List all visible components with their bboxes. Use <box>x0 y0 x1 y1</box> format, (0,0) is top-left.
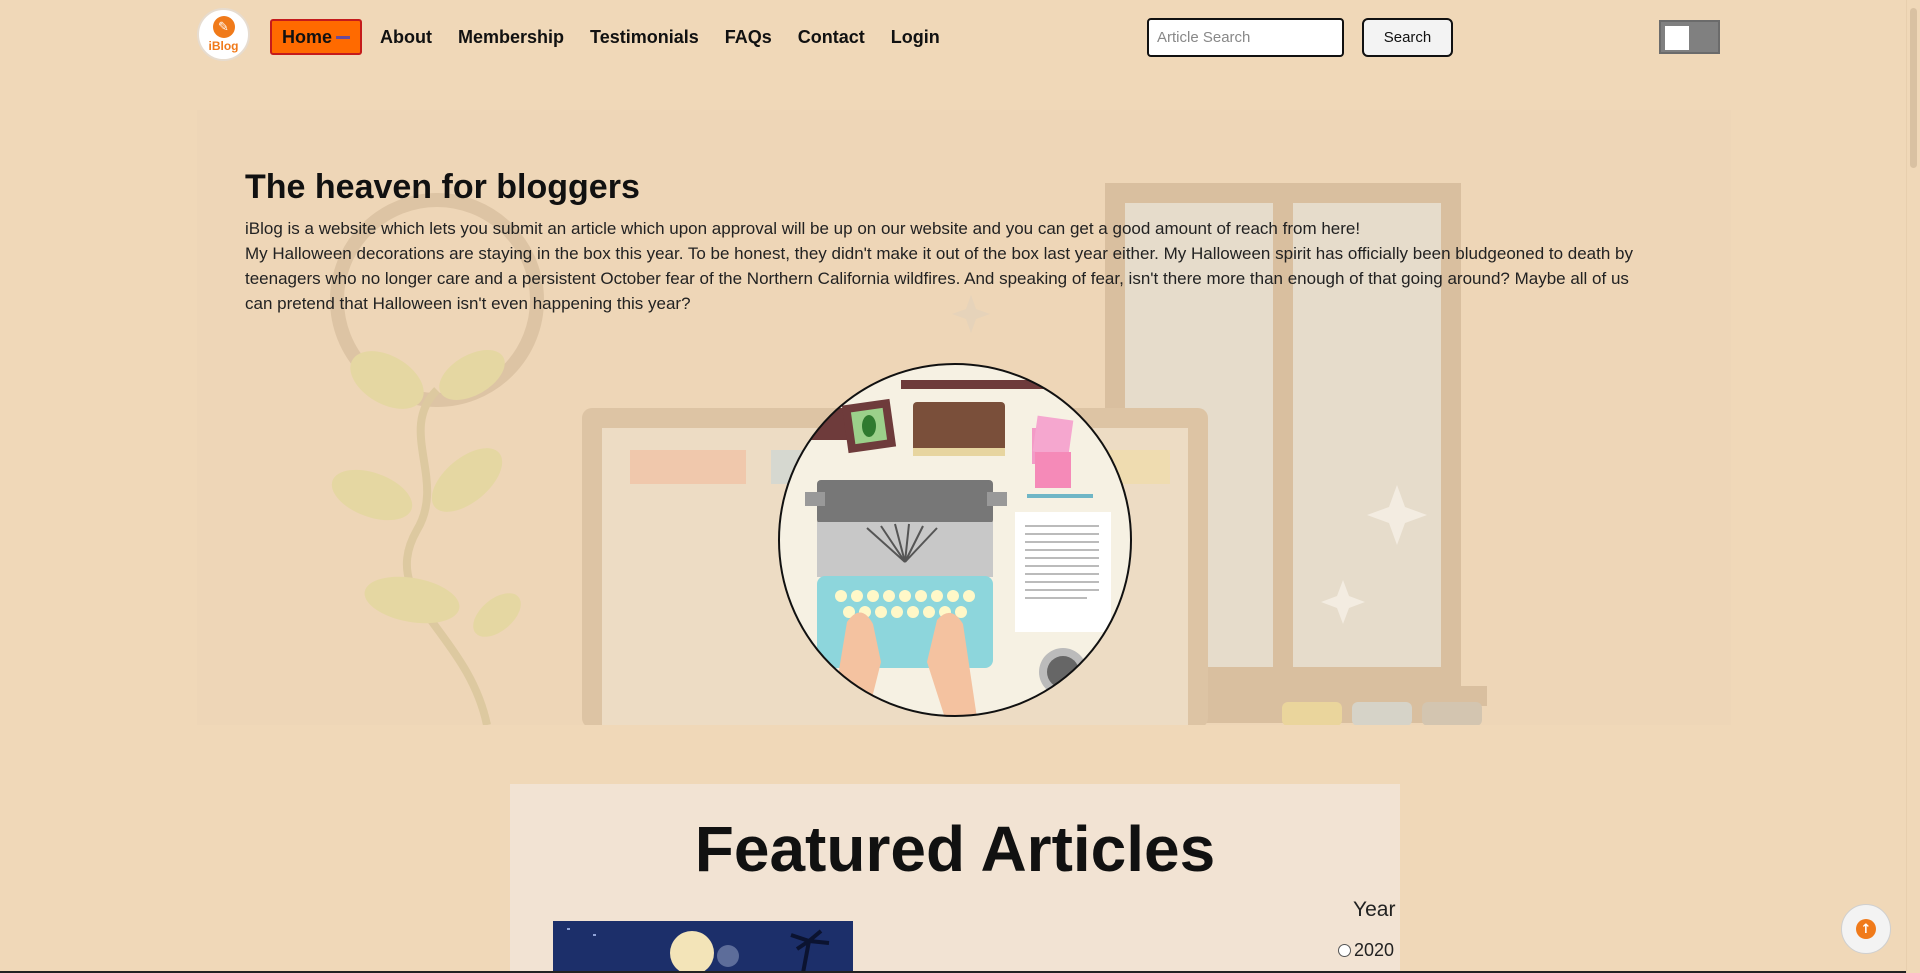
active-indicator <box>336 35 351 39</box>
arrow-up-icon: ↑ <box>1856 919 1876 939</box>
nav-links: Home About Membership Testimonials FAQs … <box>270 19 966 55</box>
nav-link-membership[interactable]: Membership <box>458 19 564 55</box>
nav-link-home-label: Home <box>282 27 333 47</box>
scroll-to-top-button[interactable]: ↑ <box>1841 904 1891 954</box>
page-scrollbar[interactable] <box>1906 0 1920 973</box>
nav-link-login[interactable]: Login <box>891 19 940 55</box>
top-navbar: ✎ iBlog Home About Membership Testimonia… <box>0 0 1906 74</box>
featured-article-image[interactable] <box>553 921 853 973</box>
year-option-label: 2020 <box>1354 940 1395 960</box>
year-option-2020[interactable]: 2020 <box>1338 940 1394 961</box>
nav-link-home[interactable]: Home <box>270 19 363 55</box>
hero-title: The heaven for bloggers <box>245 168 640 206</box>
iblog-logo-icon: ✎ <box>212 16 235 38</box>
hero-description: iBlog is a website which lets you submit… <box>245 216 1645 316</box>
nav-link-testimonials[interactable]: Testimonials <box>590 19 699 55</box>
scrollbar-thumb[interactable] <box>1910 8 1917 168</box>
theme-toggle[interactable] <box>1659 20 1720 54</box>
nav-link-contact[interactable]: Contact <box>798 19 865 55</box>
featured-title: Featured Articles <box>694 813 1216 885</box>
hero-paragraph-1: iBlog is a website which lets you submit… <box>245 219 1361 238</box>
hero-section: The heaven for bloggers iBlog is a websi… <box>197 110 1731 725</box>
hero-paragraph-2: My Halloween decorations are staying in … <box>245 244 1633 313</box>
nav-link-about[interactable]: About <box>380 19 432 55</box>
nav-link-faqs[interactable]: FAQs <box>725 19 772 55</box>
article-search-input[interactable] <box>1147 18 1344 57</box>
year-radio[interactable] <box>1338 944 1351 957</box>
featured-articles-section: Featured Articles Year 2020 <box>510 784 1400 973</box>
toggle-knob <box>1665 26 1689 50</box>
search-button[interactable]: Search <box>1362 18 1453 57</box>
typewriter-illustration <box>778 363 1132 717</box>
year-filter-label: Year <box>1353 898 1396 921</box>
logo-text: iBlog <box>208 39 239 53</box>
iblog-logo[interactable]: ✎ iBlog <box>197 8 250 61</box>
